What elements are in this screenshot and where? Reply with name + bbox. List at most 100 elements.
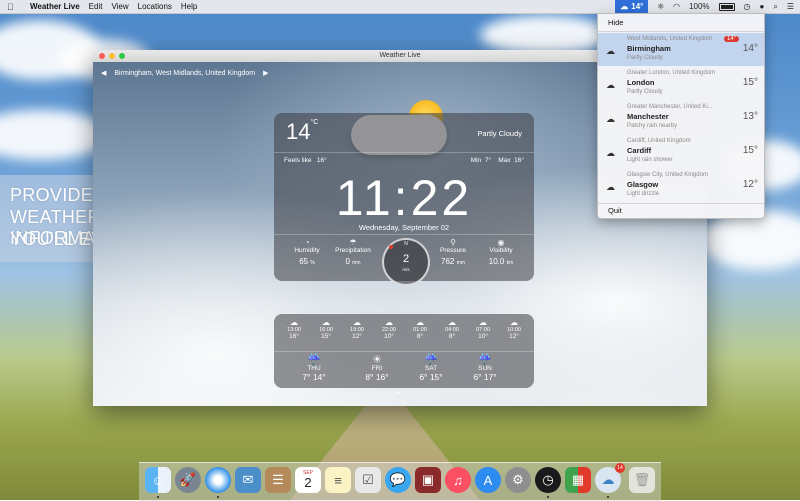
colorful-app-icon[interactable]: ▦: [565, 467, 591, 493]
location-region: West Midlands, United Kingdom: [627, 36, 713, 42]
system-preferences-icon[interactable]: ⚙: [505, 467, 531, 493]
current-temp: 14°C: [286, 119, 318, 145]
finder-icon[interactable]: ☺: [145, 467, 171, 493]
hourly-temp: 8°: [416, 333, 424, 340]
menu-divider: [598, 203, 764, 204]
max-value: 16°: [514, 157, 524, 164]
daily-high: 16°: [375, 372, 389, 382]
hide-menu-item[interactable]: Hide: [608, 18, 623, 27]
feels-like-value: 16°: [316, 157, 327, 164]
divider: [274, 351, 534, 352]
apple-icon[interactable]: : [7, 2, 21, 12]
status-badge: 14: [615, 463, 625, 473]
location-item-manchester[interactable]: ☁ Greater Manchester, United Ki... Manch…: [598, 101, 764, 134]
location-item-birmingham[interactable]: ☁ West Midlands, United Kingdom 14° Birm…: [598, 33, 764, 66]
location-region: Glasgow City, United Kingdom: [627, 172, 708, 178]
menu-edit[interactable]: Edit: [89, 2, 103, 11]
running-indicator: [217, 496, 219, 498]
weather-live-dock-icon[interactable]: ☁ 14: [595, 463, 625, 493]
close-button[interactable]: [99, 53, 105, 59]
daily-low: 6°: [419, 372, 428, 382]
photo-booth-icon[interactable]: ▣: [415, 467, 441, 493]
daily-high: 14°: [312, 372, 326, 382]
daily-item: ☔ SAT 6° 15°: [406, 354, 456, 383]
bluetooth-icon[interactable]: ✱: [657, 2, 664, 11]
running-indicator: [607, 496, 609, 498]
rain-cloud-icon: ☔: [478, 354, 492, 366]
drizzle-cloud-icon: ☁: [606, 182, 615, 192]
safari-icon[interactable]: ✦: [205, 467, 231, 493]
reminders-icon[interactable]: ☑: [355, 467, 381, 493]
hourly-item: ☁ 04:00 8°: [437, 318, 467, 340]
hourly-temp: 16°: [289, 333, 299, 340]
menu-bar:  Weather Live Edit View Locations Help …: [0, 0, 800, 14]
itunes-icon[interactable]: ♫: [445, 467, 471, 493]
mail-icon[interactable]: ✉: [235, 467, 261, 493]
battery-percent[interactable]: 100%: [689, 2, 709, 11]
location-region: Greater London, United Kingdom: [627, 70, 716, 76]
launchpad-icon[interactable]: 🚀: [175, 467, 201, 493]
max-label: Max: [498, 157, 511, 164]
daily-day: THU: [307, 365, 321, 372]
wifi-icon[interactable]: ◠: [673, 2, 680, 11]
daily-item: ☔ THU 7° 14°: [289, 355, 339, 383]
location-temp: 13°: [742, 111, 758, 122]
menu-app-name[interactable]: Weather Live: [30, 2, 80, 11]
location-item-glasgow[interactable]: ☁ Glasgow City, United Kingdom Glasgow L…: [598, 169, 764, 202]
location-region: Greater Manchester, United Ki...: [627, 104, 713, 110]
user-icon[interactable]: ●: [760, 2, 765, 11]
hourly-item: ☁ 13:00 16°: [279, 318, 309, 340]
zoom-button[interactable]: [119, 53, 125, 59]
rain-cloud-icon: ☔: [424, 354, 438, 366]
minimize-button[interactable]: [109, 53, 115, 59]
night-cloud-icon: ☁: [448, 318, 456, 327]
rain-cloud-icon: ☁: [606, 148, 615, 158]
divider: [274, 234, 534, 235]
calendar-icon[interactable]: SEP 2: [295, 467, 321, 493]
status-weather-item[interactable]: ☁ 14°: [615, 0, 649, 13]
calendar-day: 2: [304, 475, 312, 490]
location-condition: Partly Cloudy: [627, 89, 663, 95]
cloud-icon: ☁: [606, 46, 615, 56]
current-temp-value: 14: [286, 119, 311, 144]
night-cloud-icon: ☁: [385, 318, 393, 327]
hourly-item: ☁ 16:00 15°: [311, 318, 341, 340]
visibility-metric: ◉ Visibility 10.0 km: [474, 238, 528, 266]
daily-item: ☀ FRI 8° 16°: [352, 354, 402, 383]
cloud-icon: ☁: [510, 318, 518, 327]
contacts-icon[interactable]: ☰: [265, 467, 291, 493]
location-condition: Patchy rain nearby: [627, 123, 678, 129]
location-temp: 12°: [742, 179, 758, 190]
location-item-london[interactable]: ☁ Greater London, United Kingdom London …: [598, 67, 764, 100]
next-location-icon[interactable]: ▶: [263, 69, 268, 77]
menu-help[interactable]: Help: [181, 2, 197, 11]
status-badge: 14°: [724, 36, 740, 42]
prev-location-icon[interactable]: ◀: [101, 69, 106, 77]
battery-icon[interactable]: [718, 2, 735, 11]
cloud-icon: ☁: [290, 318, 298, 327]
messages-icon[interactable]: 💬: [385, 467, 411, 493]
menu-view[interactable]: View: [111, 2, 128, 11]
daily-low: 8°: [365, 372, 374, 382]
visibility-unit: km: [506, 260, 514, 266]
location-item-cardiff[interactable]: ☁ Cardiff, United Kingdom Cardiff Light …: [598, 135, 764, 168]
notes-icon[interactable]: ≡: [325, 467, 351, 493]
min-max: Min 7° Max 16°: [471, 157, 524, 164]
daily-day: FRI: [371, 365, 383, 372]
quit-menu-item[interactable]: Quit: [608, 206, 622, 215]
trash-icon[interactable]: 🗑: [629, 467, 655, 493]
clock-icon[interactable]: ◷: [744, 2, 751, 11]
rain-cloud-icon: ☁: [606, 114, 615, 124]
app-store-icon[interactable]: A: [475, 467, 501, 493]
notification-center-icon[interactable]: ☰: [787, 2, 794, 11]
menu-locations[interactable]: Locations: [138, 2, 172, 11]
page-indicator[interactable]: ● ○: [93, 390, 707, 396]
dashboard-icon[interactable]: ◷: [535, 467, 561, 493]
daily-low: 7°: [302, 372, 311, 382]
hourly-item: ☁ 07:00 10°: [468, 318, 498, 340]
location-city: Cardiff: [627, 146, 652, 155]
precipitation-value: 0: [345, 257, 350, 266]
location-name: Birmingham, West Midlands, United Kingdo…: [114, 69, 256, 77]
sun-cloud-icon: ☀: [372, 354, 382, 366]
spotlight-icon[interactable]: ⌕: [773, 2, 777, 12]
